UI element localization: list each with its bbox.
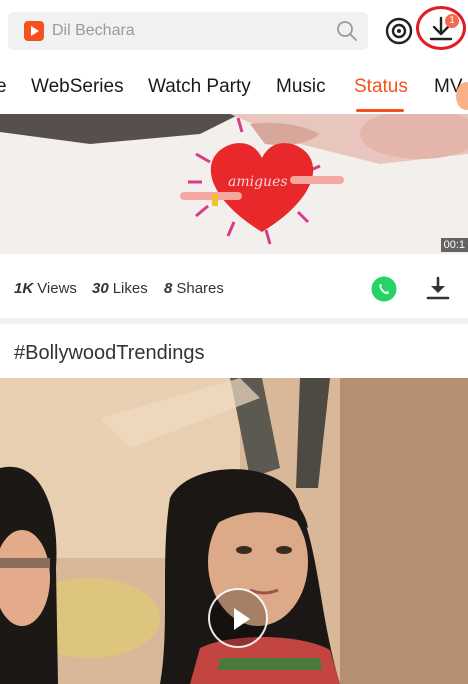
- search-bar[interactable]: Dil Bechara: [8, 12, 368, 50]
- views-label: Views: [37, 280, 77, 297]
- category-tabs: e WebSeries Watch Party Music Status MV: [0, 62, 468, 114]
- app-logo-icon: [24, 21, 44, 41]
- section-divider: [0, 318, 468, 324]
- views-stat: 1K Views: [14, 280, 77, 297]
- section-hashtag[interactable]: #BollywoodTrendings: [14, 342, 204, 365]
- tab-status[interactable]: Status: [354, 76, 408, 98]
- video-1-artwork: amigues: [0, 114, 468, 254]
- likes-count: 30: [92, 280, 109, 297]
- tab-scroll-indicator: [456, 82, 468, 110]
- shares-label: Shares: [176, 280, 224, 297]
- video-thumbnail-1[interactable]: amigues 00:1: [0, 114, 468, 254]
- search-icon[interactable]: [336, 20, 358, 42]
- video-thumbnail-2[interactable]: [0, 378, 468, 684]
- tab-webseries[interactable]: WebSeries: [31, 76, 124, 98]
- active-tab-indicator: [356, 109, 404, 112]
- tab-music[interactable]: Music: [276, 76, 326, 98]
- overlay-text: amigues: [228, 174, 288, 190]
- tab-watch-party[interactable]: Watch Party: [148, 76, 251, 98]
- likes-label: Likes: [112, 280, 148, 297]
- tab-partial[interactable]: e: [0, 76, 7, 98]
- likes-stat: 30 Likes: [92, 280, 148, 297]
- shares-stat: 8 Shares: [164, 280, 224, 297]
- video-stats-row: 1K Views 30 Likes 8 Shares: [0, 260, 468, 318]
- views-count: 1K: [14, 280, 34, 297]
- video-duration: 00:1: [440, 238, 468, 252]
- download-video-icon[interactable]: [424, 274, 452, 302]
- top-bar: Dil Bechara 1: [0, 0, 468, 62]
- highlight-circle: [416, 6, 466, 50]
- search-input[interactable]: Dil Bechara: [52, 22, 135, 40]
- disc-icon[interactable]: [384, 16, 414, 46]
- whatsapp-icon[interactable]: [371, 276, 397, 302]
- download-button[interactable]: 1: [416, 6, 466, 50]
- play-icon[interactable]: [208, 588, 268, 648]
- shares-count: 8: [164, 280, 173, 297]
